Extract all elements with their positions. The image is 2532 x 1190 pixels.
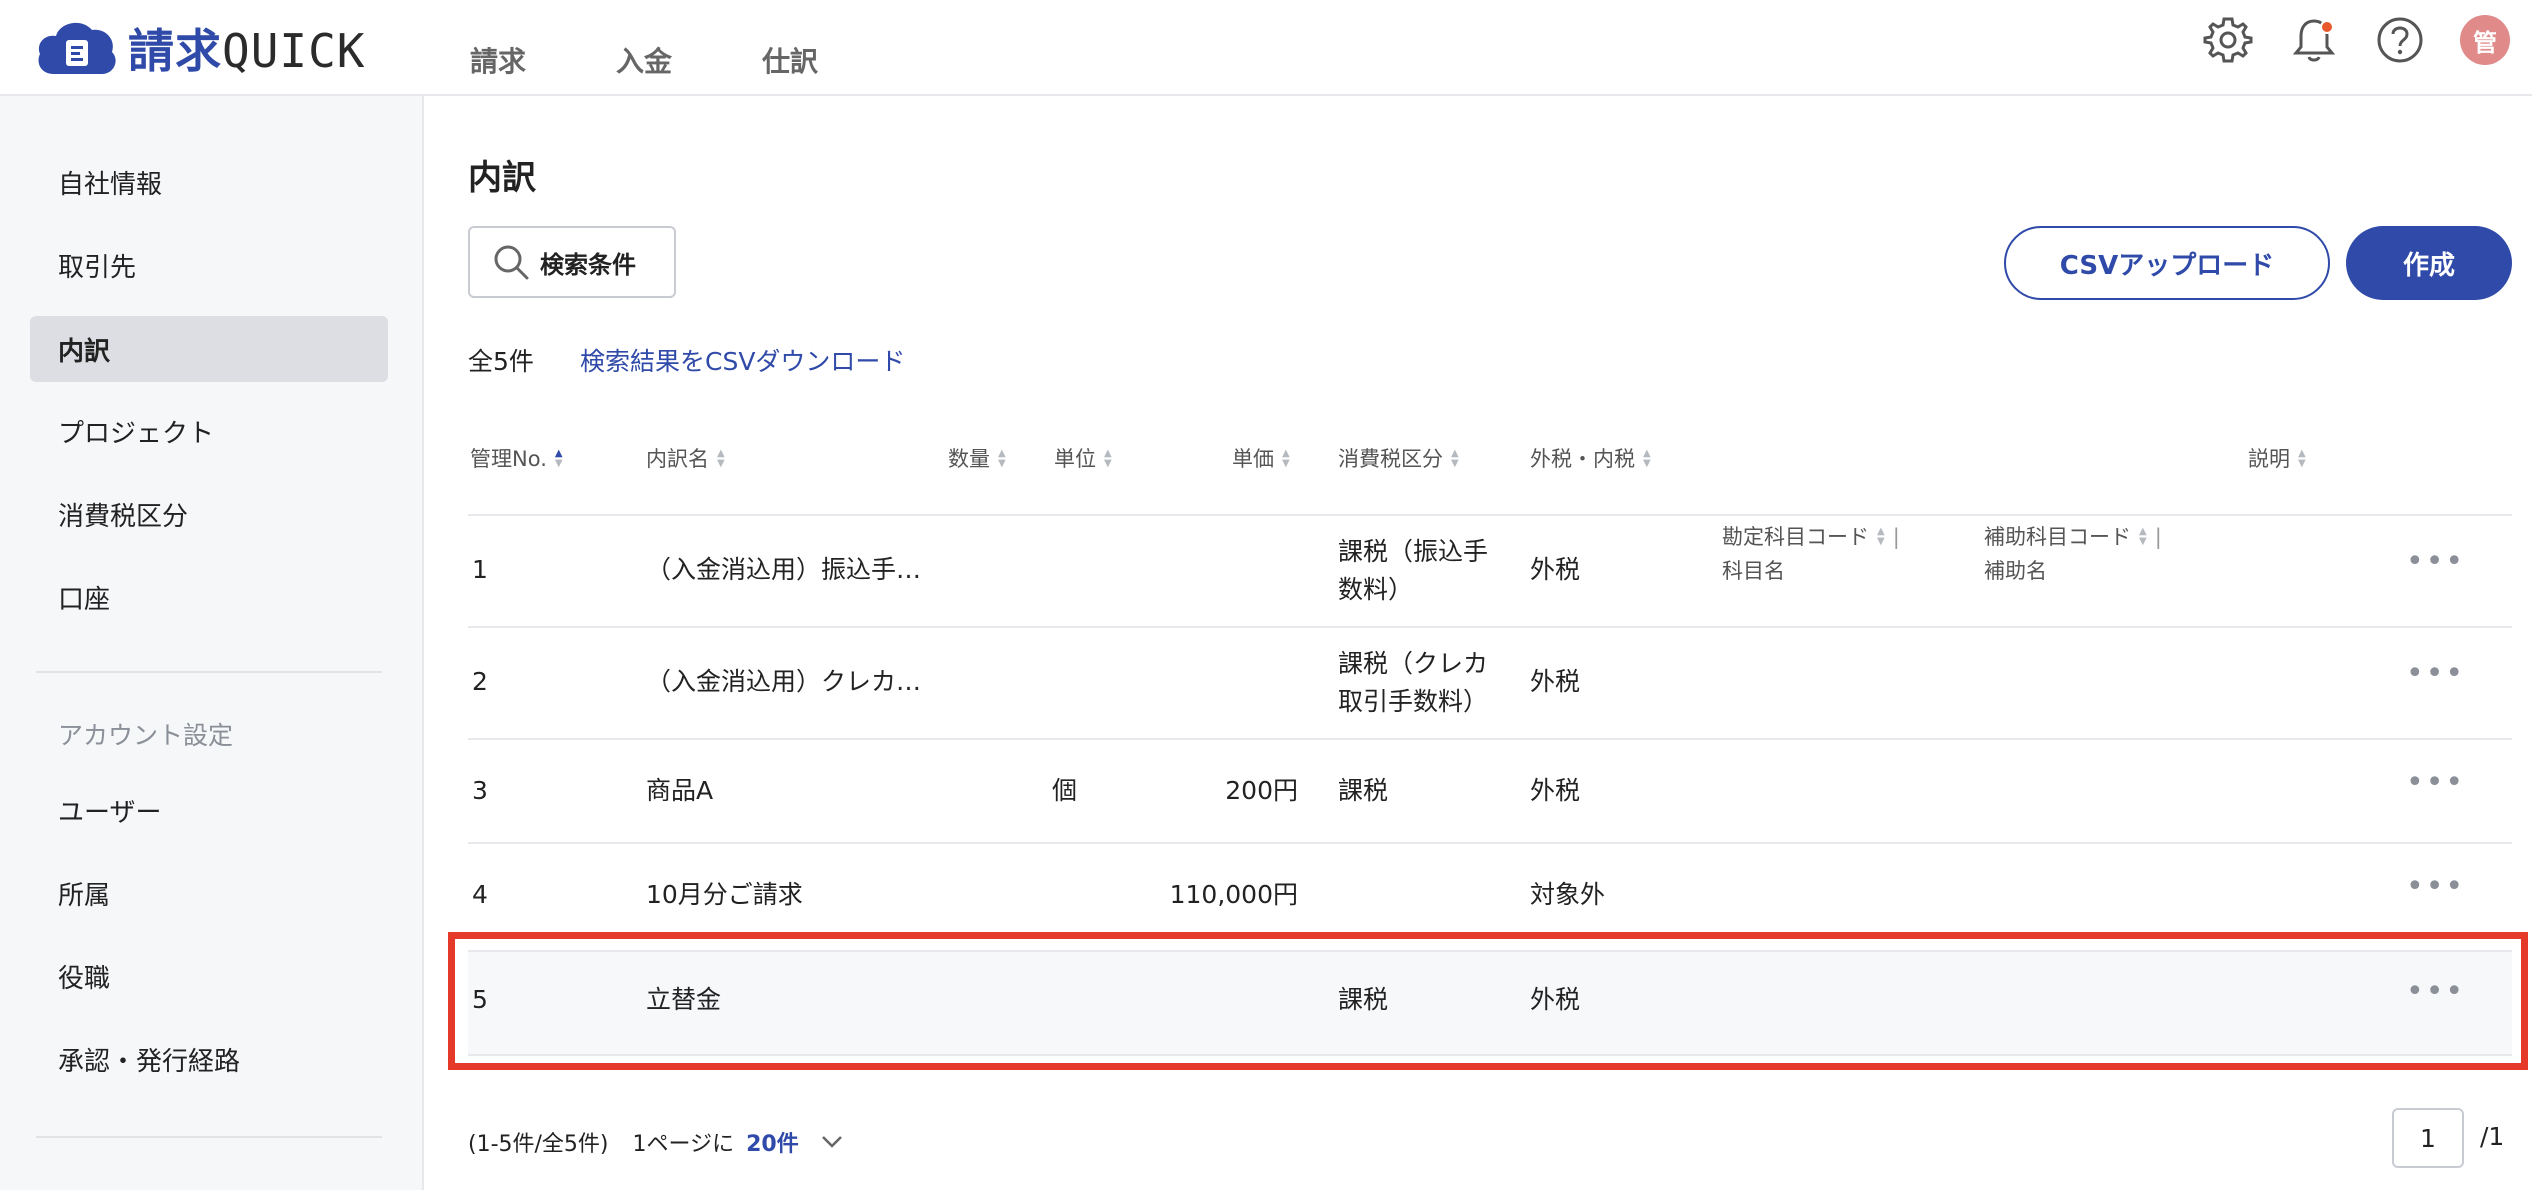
app-header: 請求QUICK 請求 入金 仕訳 管 [0, 0, 2532, 96]
sort-icon: ▲ ▼ [1104, 448, 1112, 469]
create-button[interactable]: 作成 [2346, 226, 2512, 300]
logo[interactable]: 請求QUICK [34, 16, 365, 80]
column-header-description[interactable]: 説明 ▲ ▼ [2248, 442, 2306, 476]
sidebar-item-approval-routes[interactable]: 承認・発行経路 [30, 1026, 388, 1092]
column-header-tax-mode[interactable]: 外税・内税 ▲ ▼ [1530, 442, 1651, 476]
notification-dot [2320, 20, 2334, 34]
top-nav: 請求 入金 仕訳 [470, 40, 818, 80]
sort-icon: ▲ ▼ [717, 448, 725, 469]
search-icon [494, 245, 529, 280]
sidebar-item-company[interactable]: 自社情報 [30, 149, 388, 215]
row3-tax-category: 課税 [1338, 776, 1389, 805]
sidebar-item-accounts[interactable]: 口座 [30, 564, 388, 630]
search-conditions-label: 検索条件 [540, 250, 636, 279]
column-header-unit[interactable]: 単位 ▲ ▼ [1054, 442, 1112, 476]
more-icon[interactable]: ••• [2406, 765, 2465, 800]
row4-no: 4 [472, 880, 488, 909]
sidebar-item-projects[interactable]: プロジェクト [30, 398, 388, 464]
sort-icon: ▲ ▼ [1451, 448, 1459, 469]
sort-icon: ▲ ▼ [2298, 448, 2306, 469]
nav-journal[interactable]: 仕訳 [762, 40, 818, 80]
highlight-box [448, 932, 2528, 1070]
gear-icon[interactable] [2202, 14, 2254, 66]
row3-unit: 個 [1052, 776, 1078, 805]
row1-name[interactable]: （入金消込用）振込手… [646, 551, 921, 589]
avatar[interactable]: 管 [2460, 15, 2510, 65]
per-page-select[interactable]: 20件 [746, 1126, 799, 1158]
more-icon[interactable]: ••• [2406, 544, 2465, 579]
column-header-name[interactable]: 内訳名 ▲ ▼ [646, 442, 725, 476]
header-icons: 管 [2202, 14, 2510, 66]
sidebar-divider [36, 671, 382, 673]
bell-icon[interactable] [2288, 14, 2340, 66]
range-text: (1-5件/全5件) [468, 1132, 609, 1157]
account-settings-heading: アカウント設定 [58, 721, 234, 750]
column-header-tax-category[interactable]: 消費税区分 ▲ ▼ [1338, 442, 1459, 476]
row1-tax-mode: 外税 [1530, 555, 1581, 584]
page-title: 内訳 [468, 158, 536, 198]
sidebar-item-roles[interactable]: 役職 [30, 943, 388, 1009]
row1-no: 1 [472, 555, 488, 584]
sort-icon: ▲ ▼ [1877, 526, 1885, 547]
row4-tax-mode: 対象外 [1530, 880, 1606, 909]
sidebar-item-departments[interactable]: 所属 [30, 860, 388, 926]
sidebar: 自社情報 取引先 内訳 プロジェクト 消費税区分 口座 アカウント設定 ユーザー… [0, 96, 424, 1190]
row2-name[interactable]: （入金消込用）クレカ… [646, 663, 921, 701]
row-divider [468, 626, 2512, 628]
column-header-account[interactable]: 勘定科目コード ▲ ▼ | 科目名 [1722, 520, 1900, 588]
nav-invoice[interactable]: 請求 [470, 40, 526, 80]
sidebar-divider [36, 1136, 382, 1138]
sort-icon: ▲ ▼ [1643, 448, 1651, 469]
row-divider [468, 514, 2512, 516]
help-icon[interactable] [2374, 14, 2426, 66]
column-header-price[interactable]: 単価 ▲ ▼ [1232, 442, 1290, 476]
more-icon[interactable]: ••• [2406, 656, 2465, 691]
nav-payment[interactable]: 入金 [616, 40, 672, 80]
column-header-sub-account[interactable]: 補助科目コード ▲ ▼ | 補助名 [1984, 520, 2162, 588]
main-content: 内訳 検索条件 CSVアップロード 作成 全5件 検索結果をCSVダウンロード … [426, 96, 2532, 1190]
more-icon[interactable]: ••• [2406, 869, 2465, 904]
pagination-info: (1-5件/全5件) 1ページに 20件 [468, 1126, 843, 1158]
sort-icon: ▲ ▼ [554, 448, 563, 469]
row4-name[interactable]: 10月分ご請求 [646, 876, 803, 914]
row-divider [468, 738, 2512, 740]
row1-tax-category: 課税（振込手 数料） [1338, 537, 1489, 604]
row4-price: 110,000円 [1169, 880, 1298, 909]
row2-tax-mode: 外税 [1530, 667, 1581, 696]
logo-text: 請求QUICK [128, 24, 366, 78]
chevron-down-icon[interactable] [821, 1130, 843, 1154]
row3-no: 3 [472, 776, 488, 805]
per-page-label: 1ページに [632, 1132, 735, 1157]
cloud-logo-icon [38, 22, 116, 75]
sidebar-item-tax-categories[interactable]: 消費税区分 [30, 481, 388, 547]
page-total: /1 [2480, 1122, 2505, 1151]
sort-icon: ▲ ▼ [2139, 526, 2147, 547]
column-header-no[interactable]: 管理No. ▲ ▼ [470, 442, 563, 476]
row2-tax-category: 課税（クレカ 取引手数料） [1338, 649, 1489, 716]
row2-no: 2 [472, 667, 488, 696]
sidebar-item-users[interactable]: ユーザー [30, 777, 388, 843]
sidebar-item-clients[interactable]: 取引先 [30, 232, 388, 298]
sort-icon: ▲ ▼ [998, 448, 1006, 469]
result-count: 全5件 [468, 347, 534, 376]
search-conditions-button[interactable]: 検索条件 [468, 226, 676, 298]
sidebar-item-items[interactable]: 内訳 [30, 316, 388, 382]
page-number-input[interactable]: 1 [2392, 1108, 2464, 1168]
row3-price: 200円 [1225, 776, 1298, 805]
csv-download-link[interactable]: 検索結果をCSVダウンロード [580, 342, 905, 378]
sort-icon: ▲ ▼ [1282, 448, 1290, 469]
row3-tax-mode: 外税 [1530, 776, 1581, 805]
row3-name[interactable]: 商品A [646, 772, 713, 810]
column-header-qty[interactable]: 数量 ▲ ▼ [948, 442, 1006, 476]
row-divider [468, 842, 2512, 844]
csv-upload-button[interactable]: CSVアップロード [2004, 226, 2330, 300]
